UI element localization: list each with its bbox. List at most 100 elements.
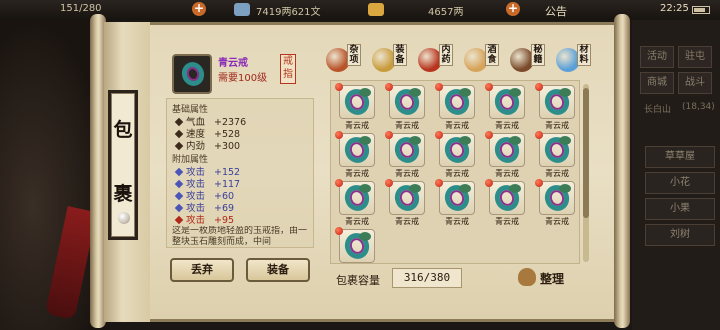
new-item-dot xyxy=(485,83,493,91)
add-gold-button[interactable]: + xyxy=(506,2,520,16)
npc-button[interactable]: 草草屋 xyxy=(645,146,715,168)
discard-button[interactable]: 丢弃 xyxy=(170,258,234,282)
inventory-slot[interactable]: 青云戒 xyxy=(385,131,429,178)
inventory-slot[interactable]: 青云戒 xyxy=(435,131,479,178)
item-type-stamp: 戒指 xyxy=(280,54,296,84)
new-item-dot xyxy=(385,131,393,139)
slot-item-name: 青云戒 xyxy=(345,169,369,178)
ring-gem-icon xyxy=(459,136,471,145)
clock: 22:25 xyxy=(660,3,689,14)
ring-gem-icon xyxy=(559,136,571,145)
ring-gem-icon xyxy=(359,88,371,97)
tab-2[interactable]: 内药 xyxy=(418,44,453,72)
new-item-dot xyxy=(435,179,443,187)
grid-scrollbar-thumb[interactable] xyxy=(583,88,589,218)
slot-item-name: 青云戒 xyxy=(445,121,469,130)
inventory-slot[interactable]: 青云戒 xyxy=(435,179,479,226)
inventory-slot[interactable]: 青云戒 xyxy=(485,83,529,130)
capacity-value: 316/380 xyxy=(392,268,462,288)
inventory-slot[interactable]: 青云戒 xyxy=(385,179,429,226)
selected-item-icon xyxy=(172,54,212,94)
map-coordinates: (18,34) xyxy=(682,102,715,112)
ring-gem-icon xyxy=(409,184,421,193)
map-location: 长白山 xyxy=(644,105,672,115)
new-item-dot xyxy=(435,131,443,139)
slot-item-name: 青云戒 xyxy=(495,217,519,226)
tab-label: 秘籍 xyxy=(531,44,545,66)
new-item-dot xyxy=(485,179,493,187)
tab-label: 酒食 xyxy=(485,44,499,66)
gold-value: 4657两 xyxy=(428,7,464,18)
tab-label: 杂项 xyxy=(347,44,361,66)
new-item-dot xyxy=(485,131,493,139)
ring-gem-icon xyxy=(409,136,421,145)
money-bag-icon xyxy=(518,268,536,286)
inventory-slot[interactable]: 青云戒 xyxy=(335,179,379,226)
new-item-dot xyxy=(335,131,343,139)
sort-button[interactable]: 整理 xyxy=(518,266,578,290)
battle-button[interactable]: 战斗 xyxy=(678,72,712,94)
gold-icon xyxy=(368,3,384,16)
silver-value: 7419两621文 xyxy=(256,7,321,18)
npc-button[interactable]: 小花 xyxy=(645,172,715,194)
slot-item-name: 青云戒 xyxy=(495,121,519,130)
tab-5[interactable]: 材料 xyxy=(556,44,591,72)
add-stamina-button[interactable]: + xyxy=(192,2,206,16)
new-item-dot xyxy=(385,179,393,187)
inventory-slot[interactable]: 青云戒 xyxy=(485,179,529,226)
inventory-grid: 青云戒 青云戒 青云戒 青云戒 青云戒 青云戒 青云戒 青云戒 青云戒 青云戒 青云戒 青云戒 青云戒青… xyxy=(330,80,580,264)
equip-button[interactable]: 装备 xyxy=(246,258,310,282)
new-item-dot xyxy=(335,83,343,91)
ring-gem-icon xyxy=(359,136,371,145)
inventory-slot[interactable]: 青云戒 xyxy=(335,227,379,263)
tab-3[interactable]: 酒食 xyxy=(464,44,499,72)
item-requirement: 需要100级 xyxy=(218,73,268,84)
tab-0[interactable]: 杂项 xyxy=(326,44,361,72)
activity-button[interactable]: 活动 xyxy=(640,46,674,68)
garrison-button[interactable]: 驻屯 xyxy=(678,46,712,68)
battery-icon xyxy=(692,6,710,14)
slot-item-name: 青云戒 xyxy=(445,217,469,226)
ring-gem-icon xyxy=(459,184,471,193)
slot-item-name: 青云戒 xyxy=(395,217,419,226)
title-char: 包 xyxy=(113,119,133,141)
npc-button[interactable]: 刘树 xyxy=(645,224,715,246)
ring-gem-icon xyxy=(459,88,471,97)
new-item-dot xyxy=(335,227,343,235)
capacity-label: 包裹容量 xyxy=(336,274,380,287)
ring-gem-icon xyxy=(559,88,571,97)
ring-gem-icon xyxy=(559,184,571,193)
slot-item-name: 青云戒 xyxy=(345,217,369,226)
tab-label: 材料 xyxy=(577,44,591,66)
scroll-rod-right xyxy=(614,14,630,328)
new-item-dot xyxy=(385,83,393,91)
slot-item-name: 青云戒 xyxy=(445,169,469,178)
inventory-slot[interactable]: 青云戒 xyxy=(485,131,529,178)
ring-gem-icon xyxy=(409,88,421,97)
inventory-slot[interactable]: 青云戒 xyxy=(385,83,429,130)
tab-4[interactable]: 秘籍 xyxy=(510,44,545,72)
slot-item-name: 青云戒 xyxy=(395,169,419,178)
item-name: 青云戒 xyxy=(218,58,248,69)
slot-item-name: 青云戒 xyxy=(345,121,369,130)
inventory-slot[interactable]: 青云戒 xyxy=(535,131,579,178)
status-bar: 151/280 + 7419两621文 4657两 + 公告 22:25 xyxy=(0,0,720,20)
jade-ring-icon xyxy=(178,58,208,90)
item-description: 这是一枚质地轻盈的玉戒指，由一整块玉石雕刻而成，中间 xyxy=(172,226,308,246)
slot-item-name: 青云戒 xyxy=(545,121,569,130)
silver-icon xyxy=(234,3,250,16)
npc-button[interactable]: 小果 xyxy=(645,198,715,220)
slot-item-name: 青云戒 xyxy=(545,217,569,226)
inventory-slot[interactable]: 青云戒 xyxy=(535,179,579,226)
title-char: 裹 xyxy=(113,183,133,205)
slot-item-name: 青云戒 xyxy=(545,169,569,178)
inventory-slot[interactable]: 青云戒 xyxy=(435,83,479,130)
inventory-slot[interactable]: 青云戒 xyxy=(535,83,579,130)
inventory-slot[interactable]: 青云戒 xyxy=(335,131,379,178)
shop-button[interactable]: 商城 xyxy=(640,72,674,94)
ring-gem-icon xyxy=(359,232,371,241)
tab-1[interactable]: 装备 xyxy=(372,44,407,72)
inventory-slot[interactable]: 青云戒 xyxy=(335,83,379,130)
new-item-dot xyxy=(535,179,543,187)
announcement-button[interactable]: 公告 xyxy=(545,3,567,19)
